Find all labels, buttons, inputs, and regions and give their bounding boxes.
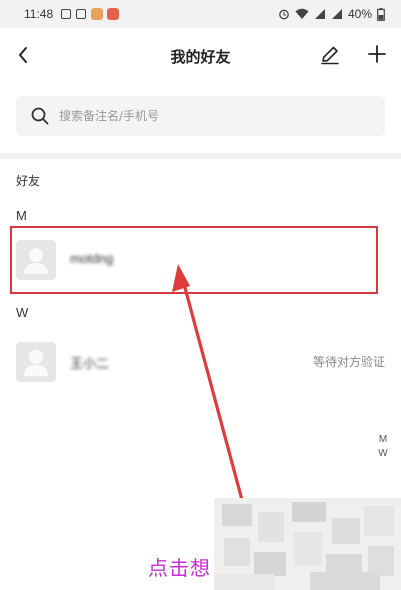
app-avatar-icon bbox=[91, 8, 104, 20]
notification-icon bbox=[76, 9, 87, 19]
search-icon bbox=[31, 107, 49, 125]
section-label-friends: 好友 bbox=[16, 174, 41, 188]
letter-header-w: W bbox=[16, 305, 29, 320]
annotation-caption: 点击想 bbox=[148, 556, 211, 580]
search-box[interactable] bbox=[16, 96, 385, 136]
status-right-group: 40% bbox=[278, 7, 385, 21]
alphabet-index-bar[interactable]: M W bbox=[376, 434, 390, 459]
highlight-box bbox=[10, 226, 378, 294]
status-time: 11:48 bbox=[24, 7, 54, 21]
avatar bbox=[16, 342, 56, 382]
nav-bar: 我的好友 bbox=[0, 28, 401, 86]
pencil-icon[interactable] bbox=[319, 44, 341, 66]
divider bbox=[0, 153, 401, 159]
plus-icon[interactable] bbox=[366, 43, 388, 65]
battery-percent: 40% bbox=[347, 7, 372, 21]
search-input[interactable] bbox=[59, 109, 349, 123]
friend-status: 等待对方验证 bbox=[312, 355, 385, 369]
index-letter[interactable]: W bbox=[378, 448, 387, 459]
app-avatar-icon bbox=[107, 8, 120, 20]
watermark bbox=[214, 498, 401, 590]
wifi-icon bbox=[295, 8, 309, 19]
index-letter[interactable]: M bbox=[379, 434, 387, 445]
alarm-icon bbox=[279, 9, 289, 20]
notification-icon bbox=[61, 9, 72, 19]
friend-name: 王小二 bbox=[70, 356, 110, 371]
status-bar: 11:48 40% bbox=[0, 0, 401, 28]
signal-icon bbox=[314, 9, 325, 19]
friend-row[interactable]: 王小二 等待对方验证 bbox=[0, 333, 401, 391]
user-placeholder-icon bbox=[24, 350, 48, 376]
letter-header-m: M bbox=[16, 208, 27, 223]
battery-icon bbox=[377, 7, 385, 21]
signal-icon bbox=[331, 9, 342, 19]
